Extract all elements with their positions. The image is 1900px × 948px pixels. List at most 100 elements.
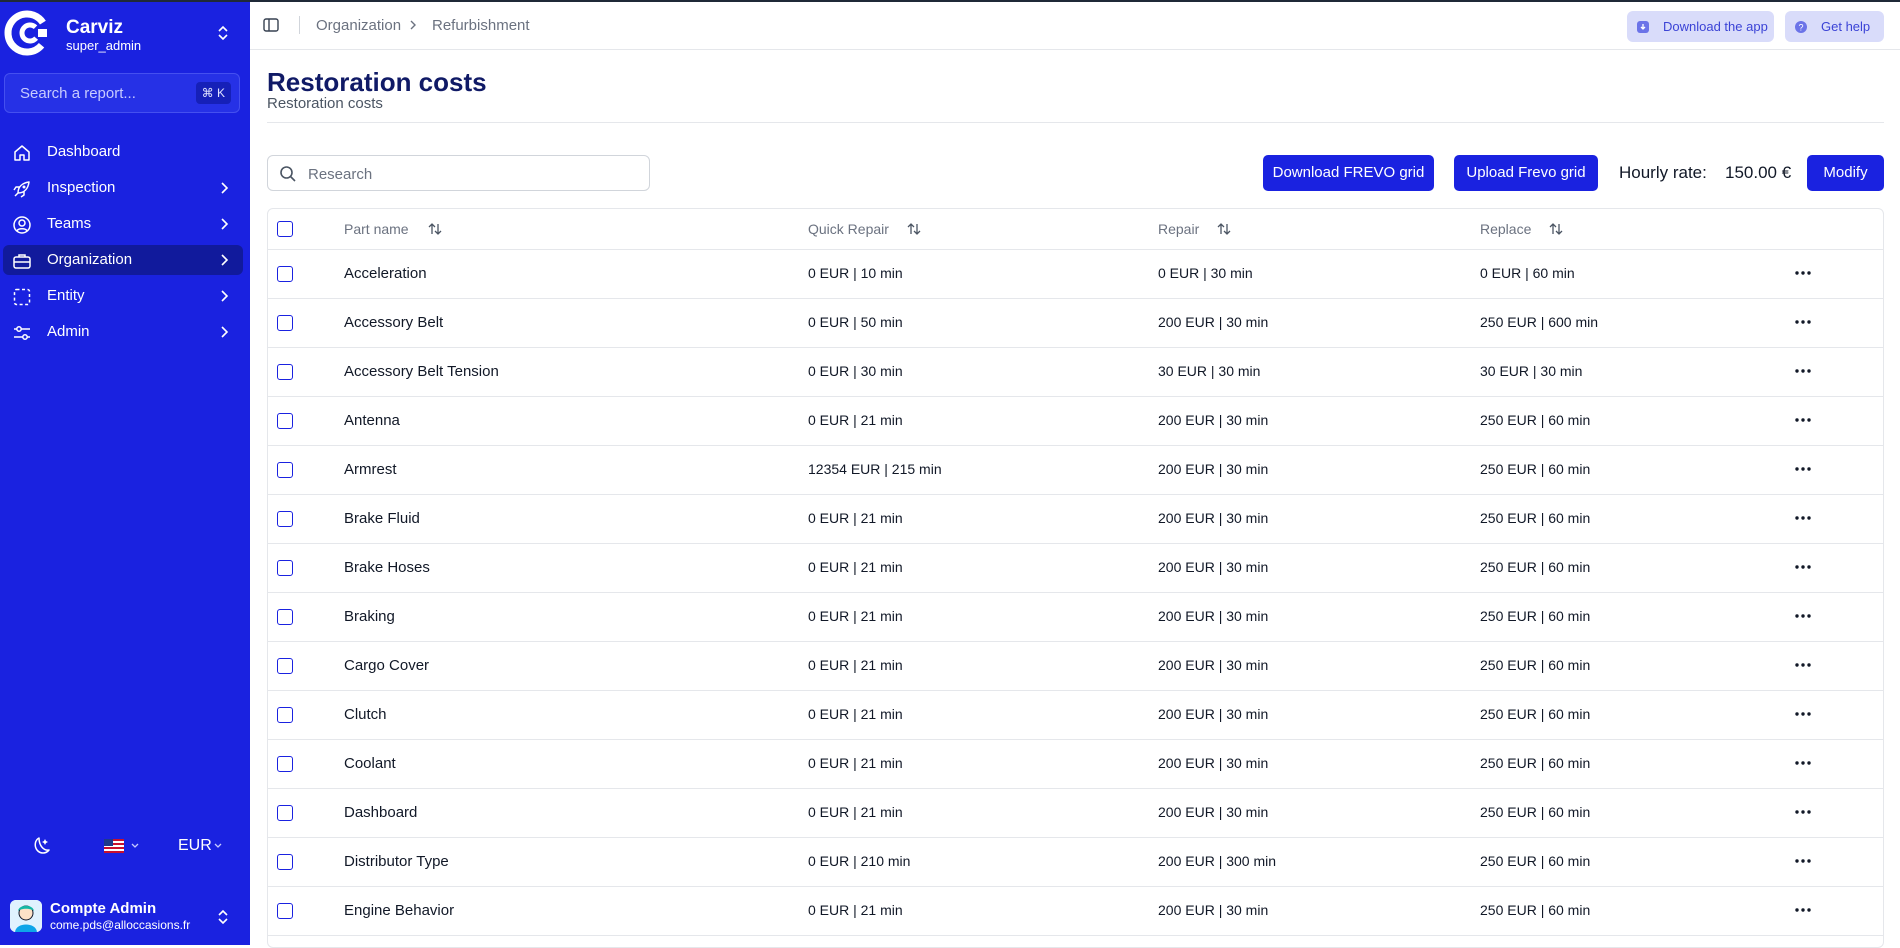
cell-quick-repair: 12354 EUR | 215 min [808,461,942,477]
sort-icon[interactable] [1216,221,1232,237]
row-actions-icon[interactable] [1793,611,1813,621]
row-actions-icon[interactable] [1793,268,1813,278]
cell-replace: 250 EUR | 60 min [1480,804,1591,820]
sidebar-item-entity[interactable]: Entity [3,281,243,311]
table-row[interactable]: Accessory Belt Tension 0 EUR | 30 min 30 E… [268,348,1883,397]
row-actions-icon[interactable] [1793,758,1813,768]
row-actions-icon[interactable] [1793,660,1813,670]
table-row[interactable]: Acceleration 0 EUR | 10 min 0 EUR | 30 min… [268,250,1883,299]
row-checkbox[interactable] [277,511,293,527]
table-search-input[interactable]: Research [267,155,650,191]
restoration-costs-table: Part name Quick Repair Repair Replace Ac… [267,208,1884,948]
cell-replace: 250 EUR | 600 min [1480,314,1599,330]
sidebar-item-teams[interactable]: Teams [3,209,243,239]
table-row[interactable]: Dashboard 0 EUR | 21 min 200 EUR | 30 min 2… [268,789,1883,838]
row-checkbox[interactable] [277,805,293,821]
row-checkbox[interactable] [277,658,293,674]
sidebar-item-organization[interactable]: Organization [3,245,243,275]
column-header-replace: Replace [1480,221,1532,237]
sort-icon[interactable] [427,221,443,237]
cell-part-name: Coolant [344,755,396,772]
row-checkbox[interactable] [277,413,293,429]
row-checkbox[interactable] [277,315,293,331]
row-actions-icon[interactable] [1793,807,1813,817]
row-actions-icon[interactable] [1793,513,1813,523]
row-actions-icon[interactable] [1793,856,1813,866]
row-checkbox[interactable] [277,903,293,919]
table-row[interactable]: Brake Fluid 0 EUR | 21 min 200 EUR | 30 mi… [268,495,1883,544]
report-search[interactable]: Search a report... ⌘ K [4,73,240,113]
currency-select[interactable]: EUR [178,837,212,855]
report-search-placeholder: Search a report... [20,85,136,102]
sidebar-item-admin[interactable]: Admin [3,317,243,347]
cell-quick-repair: 0 EUR | 21 min [808,559,903,575]
page-subtitle: Restoration costs [267,95,383,112]
org-switcher[interactable]: Carviz super_admin [0,2,250,64]
select-all-checkbox[interactable] [277,221,293,237]
page-divider [267,122,1884,123]
row-checkbox[interactable] [277,560,293,576]
row-actions-icon[interactable] [1793,415,1813,425]
sort-icon[interactable] [906,221,922,237]
table-row[interactable]: Antenna 0 EUR | 21 min 200 EUR | 30 min 250… [268,397,1883,446]
column-header-quick-repair: Quick Repair [808,221,889,237]
table-row[interactable]: Distributor Type 0 EUR | 210 min 200 EUR |… [268,838,1883,887]
us-flag-icon[interactable] [104,839,124,853]
row-actions-icon[interactable] [1793,905,1813,915]
cell-repair: 200 EUR | 30 min [1158,657,1269,673]
cell-part-name: Brake Fluid [344,510,420,527]
sidebar-item-inspection[interactable]: Inspection [3,173,243,203]
row-actions-icon[interactable] [1793,562,1813,572]
breadcrumb-organization[interactable]: Organization [316,17,401,34]
row-checkbox[interactable] [277,854,293,870]
cell-part-name: Accessory Belt [344,314,444,331]
sidebar-item-dashboard[interactable]: Dashboard [3,137,243,167]
download-app-button[interactable]: Download the app [1627,11,1774,42]
table-row[interactable]: Accessory Belt 0 EUR | 50 min 200 EUR | 30… [268,299,1883,348]
chevron-right-icon [221,290,229,302]
toggle-sidebar-icon[interactable] [263,17,279,33]
row-checkbox[interactable] [277,266,293,282]
row-actions-icon[interactable] [1793,464,1813,474]
user-menu[interactable]: Compte Admin come.pds@alloccasions.fr [0,892,250,942]
row-checkbox[interactable] [277,756,293,772]
row-checkbox[interactable] [277,364,293,380]
upload-frevo-grid-button[interactable]: Upload Frevo grid [1454,155,1598,191]
modify-button[interactable]: Modify [1807,155,1884,191]
avatar-image [10,900,42,932]
sidebar-item-label: Dashboard [47,143,121,160]
table-body: Acceleration 0 EUR | 10 min 0 EUR | 30 min… [268,250,1883,936]
cell-repair: 200 EUR | 30 min [1158,461,1269,477]
cell-quick-repair: 0 EUR | 50 min [808,314,903,330]
row-actions-icon[interactable] [1793,709,1813,719]
cell-repair: 200 EUR | 30 min [1158,804,1269,820]
sidebar-item-label: Inspection [47,179,116,196]
table-row[interactable]: Brake Hoses 0 EUR | 21 min 200 EUR | 30 mi… [268,544,1883,593]
row-checkbox[interactable] [277,609,293,625]
table-row[interactable]: Braking 0 EUR | 21 min 200 EUR | 30 min 250… [268,593,1883,642]
row-actions-icon[interactable] [1793,366,1813,376]
cell-quick-repair: 0 EUR | 21 min [808,755,903,771]
cell-repair: 200 EUR | 30 min [1158,412,1269,428]
download-app-label: Download the app [1663,19,1768,34]
cell-part-name: Accessory Belt Tension [344,363,499,380]
table-row[interactable]: Clutch 0 EUR | 21 min 200 EUR | 30 min 250 … [268,691,1883,740]
cell-part-name: Cargo Cover [344,657,430,674]
sort-icon[interactable] [1548,221,1564,237]
get-help-button[interactable]: ? Get help [1785,11,1884,42]
row-checkbox[interactable] [277,462,293,478]
table-row[interactable]: Armrest 12354 EUR | 215 min 200 EUR | 30 m… [268,446,1883,495]
row-checkbox[interactable] [277,707,293,723]
table-row[interactable]: Cargo Cover 0 EUR | 21 min 200 EUR | 30 mi… [268,642,1883,691]
chevron-right-icon [410,20,416,30]
user-name: Compte Admin [50,900,157,917]
theme-toggle-icon[interactable] [30,834,54,858]
row-actions-icon[interactable] [1793,317,1813,327]
cell-replace: 250 EUR | 60 min [1480,902,1591,918]
table-row[interactable]: Engine Behavior 0 EUR | 21 min 200 EUR | 3… [268,887,1883,936]
avatar [10,900,42,932]
cell-quick-repair: 0 EUR | 30 min [808,363,903,379]
download-frevo-grid-button[interactable]: Download FREVO grid [1263,155,1434,191]
table-row[interactable]: Coolant 0 EUR | 21 min 200 EUR | 30 min 250… [268,740,1883,789]
chevron-down-icon [131,843,139,848]
